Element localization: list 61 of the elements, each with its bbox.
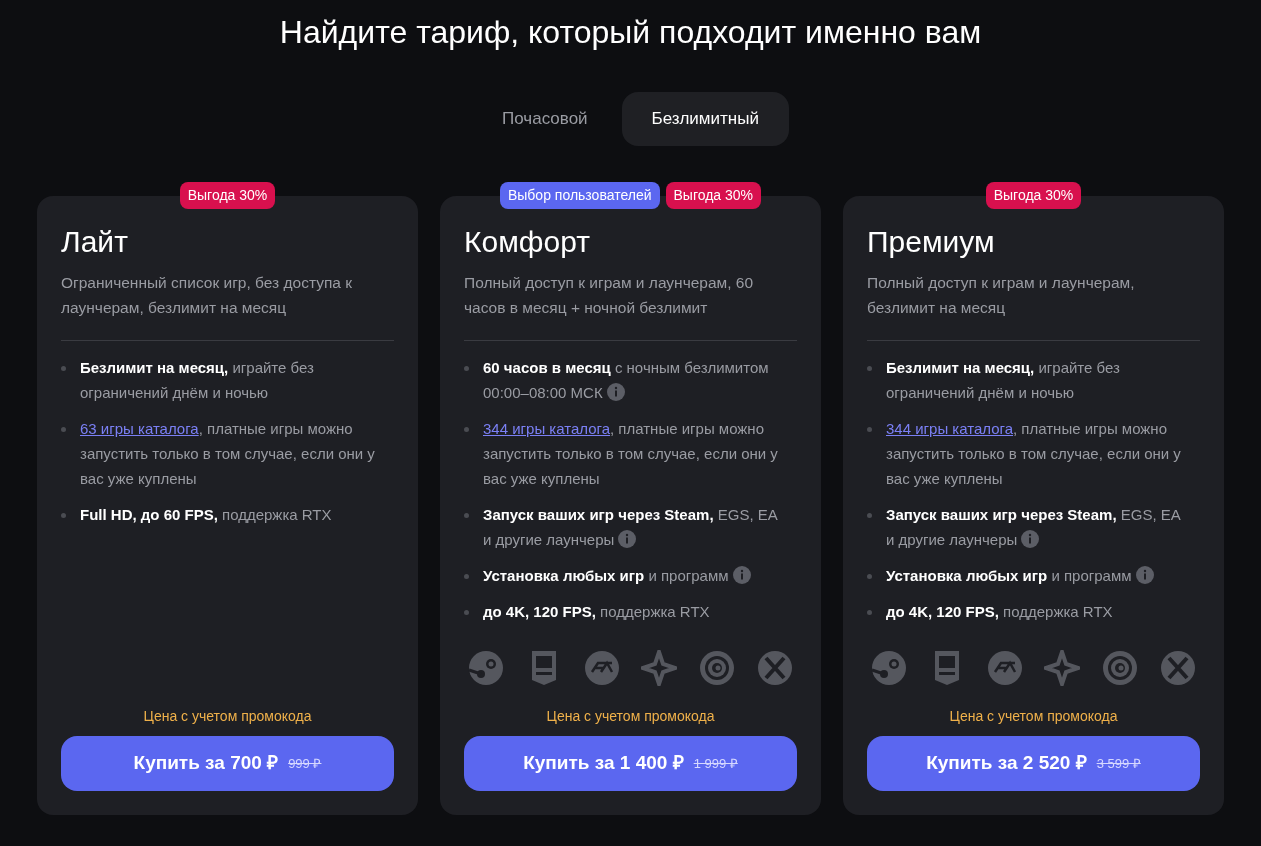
feature-text: до 4K, 120 FPS, поддержка RTX — [483, 602, 711, 622]
feature-text: Установка любых игр и программ — [886, 563, 1170, 588]
badge: Выгода 30% — [179, 182, 276, 209]
tab[interactable]: Почасовой — [472, 92, 618, 146]
launcher-logo-icon — [641, 650, 678, 686]
plan-description: Полный доступ к играм и лаунчерам, безлимит на месяц — [867, 273, 1136, 318]
promo-note: Цена с учетом промокода — [142, 707, 313, 726]
bullet-icon — [867, 427, 872, 432]
feature-text: Full HD, до 60 FPS, поддержка RTX — [80, 505, 333, 525]
plan-name: Лайт — [61, 224, 129, 260]
info-icon[interactable] — [618, 530, 637, 548]
launcher-logo-icon — [1102, 650, 1139, 686]
feature-text: Безлимит на месяц, играйте без ограничений днём и ночью — [886, 358, 1121, 403]
plan-description: Полный доступ к играм и лаунчерам, 60 часов в месяц + ночной безлимит — [464, 273, 755, 318]
info-icon[interactable] — [1135, 566, 1154, 584]
promo-note: Цена с учетом промокода — [948, 707, 1119, 726]
feature-text: 60 часов в месяц с ночным безлимитом 00:00–08:00 МСК — [483, 358, 770, 403]
page-title: Найдите тариф, который подходит именно вам — [279, 13, 982, 52]
plan-name: Премиум — [867, 224, 996, 260]
bullet-icon — [464, 427, 469, 432]
bullet-icon — [867, 366, 872, 371]
info-icon[interactable] — [1021, 530, 1040, 548]
bullet-icon — [61, 366, 66, 371]
catalog-link[interactable]: 63 игры каталога — [80, 420, 199, 437]
bullet-icon — [464, 366, 469, 371]
bullet-icon — [464, 513, 469, 518]
bullet-icon — [61, 513, 66, 518]
info-icon[interactable] — [732, 566, 751, 584]
feature-text: 63 игры каталога, платные игры можно запустить только в том случае, если они у вас уже куплены — [80, 419, 376, 489]
launcher-logo-icon — [699, 650, 736, 686]
launcher-logo-icon — [468, 650, 504, 686]
bullet-icon — [61, 427, 66, 432]
feature-text: 344 игры каталога, платные игры можно запустить только в том случае, если они у вас уже куплены — [886, 419, 1182, 489]
info-icon[interactable] — [606, 383, 625, 401]
plan-name: Комфорт — [464, 224, 591, 260]
feature-text: до 4K, 120 FPS, поддержка RTX — [886, 602, 1114, 622]
bullet-icon — [867, 513, 872, 518]
bullet-icon — [867, 610, 872, 615]
launcher-logo-icon — [757, 650, 793, 686]
buy-button[interactable]: Купить за 1 400 ₽ 1 999 ₽ — [464, 736, 797, 791]
feature-text: Безлимит на месяц, играйте без ограничений днём и ночью — [80, 358, 315, 403]
promo-note: Цена с учетом промокода — [545, 707, 716, 726]
launcher-logo-icon — [871, 650, 907, 686]
feature-text: Запуск ваших игр через Steam, EGS, EA и другие лаунчеры — [886, 505, 1182, 550]
feature-text: 344 игры каталога, платные игры можно запустить только в том случае, если они у вас уже куплены — [483, 419, 779, 489]
badge: Выбор пользователей — [499, 182, 660, 209]
feature-text: Установка любых игр и программ — [483, 563, 767, 588]
feature-text: Запуск ваших игр через Steam, EGS, EA и другие лаунчеры — [483, 505, 779, 550]
bullet-icon — [867, 574, 872, 579]
launcher-logo-icon — [1044, 650, 1081, 686]
badge: Выгода 30% — [985, 182, 1082, 209]
bullet-icon — [464, 610, 469, 615]
launcher-logo-icon — [986, 650, 1023, 686]
buy-button[interactable]: Купить за 2 520 ₽ 3 599 ₽ — [867, 736, 1200, 791]
badge: Выгода 30% — [665, 182, 762, 209]
launcher-logo-icon — [583, 650, 620, 686]
tab[interactable]: Безлимитный — [621, 92, 789, 146]
bullet-icon — [464, 574, 469, 579]
plan-description: Ограниченный список игр, без доступа к лаунчерам, безлимит на месяц — [61, 273, 353, 318]
launcher-logo-icon — [1160, 650, 1196, 686]
buy-button[interactable]: Купить за 700 ₽ 999 ₽ — [61, 736, 394, 791]
